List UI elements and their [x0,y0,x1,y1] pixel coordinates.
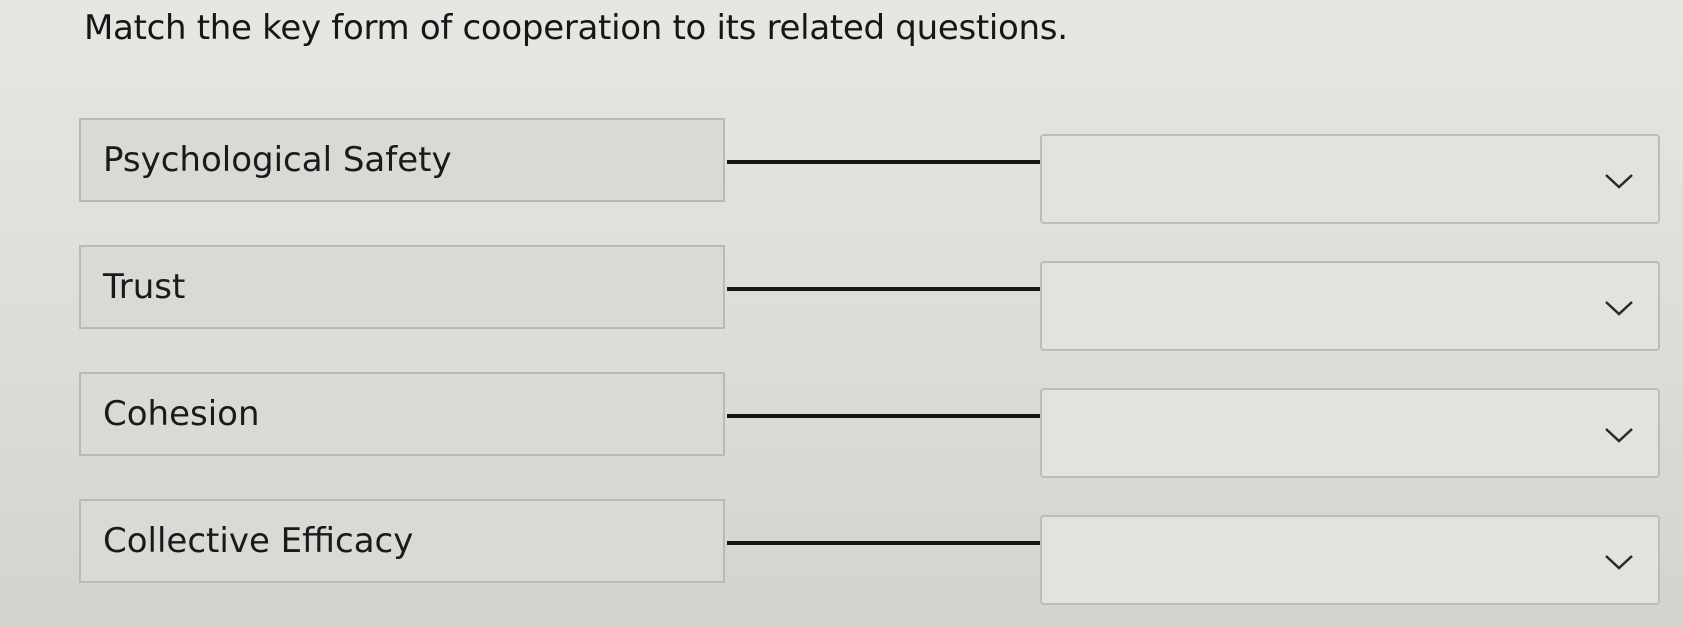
term-box: Trust [79,245,725,329]
term-box: Psychological Safety [79,118,725,202]
term-label: Collective Efficacy [103,521,414,561]
match-row-psychological-safety: Psychological Safety [0,118,1683,224]
answer-dropdown[interactable] [1040,261,1660,351]
chevron-down-icon [1605,301,1633,316]
answer-dropdown[interactable] [1040,134,1660,224]
connector-line [727,287,1041,291]
term-label: Trust [103,267,186,307]
term-label: Psychological Safety [103,140,452,180]
term-box: Cohesion [79,372,725,456]
answer-dropdown[interactable] [1040,515,1660,605]
term-box: Collective Efficacy [79,499,725,583]
match-row-cohesion: Cohesion [0,372,1683,478]
match-row-collective-efficacy: Collective Efficacy [0,499,1683,605]
answer-dropdown[interactable] [1040,388,1660,478]
chevron-down-icon [1605,174,1633,189]
connector-line [727,414,1041,418]
connector-line [727,541,1041,545]
connector-line [727,160,1041,164]
match-row-trust: Trust [0,245,1683,351]
chevron-down-icon [1605,428,1633,443]
term-label: Cohesion [103,394,260,434]
question-prompt: Match the key form of cooperation to its… [84,8,1068,48]
chevron-down-icon [1605,555,1633,570]
